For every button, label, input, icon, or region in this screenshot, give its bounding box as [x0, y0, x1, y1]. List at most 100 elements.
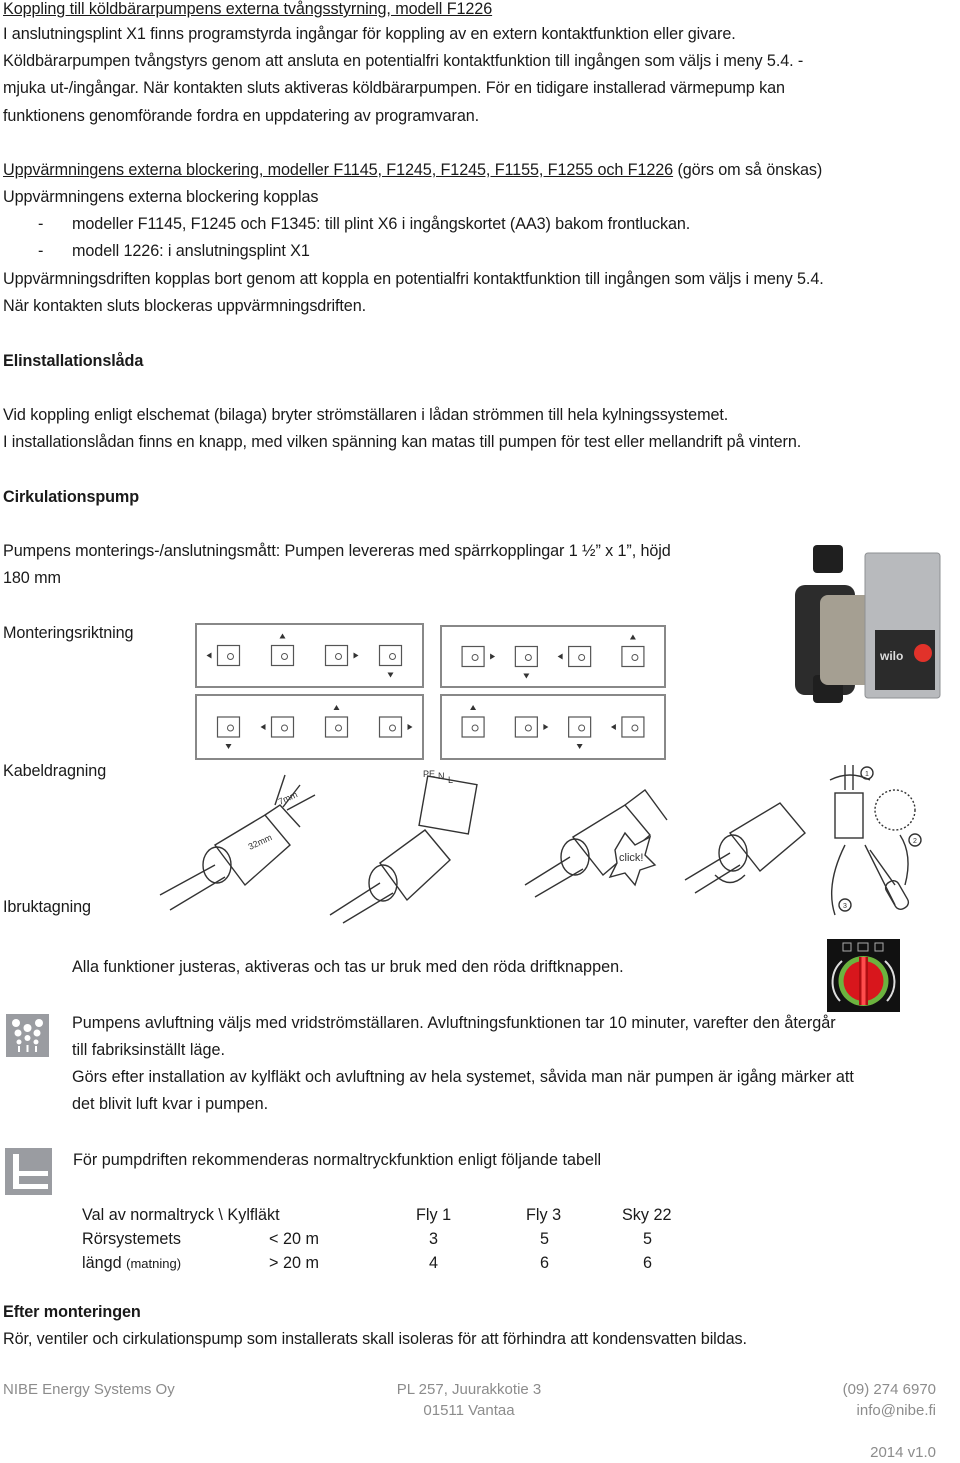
- footer-phone: (09) 274 6970: [842, 1381, 936, 1398]
- paragraph-line: till fabriksinställt läge.: [72, 1041, 225, 1059]
- paragraph-line: I anslutningsplint X1 finns programstyrd…: [3, 25, 736, 43]
- pump-orientation-glyph: [461, 705, 485, 738]
- paragraph-line: När kontakten sluts blockeras uppvärmnin…: [3, 297, 366, 315]
- paragraph-line: Uppvärmningsdriften kopplas bort genom a…: [3, 270, 824, 288]
- pressure-text: För pumpdriften rekommenderas normaltryc…: [73, 1151, 602, 1169]
- footer-address-line: PL 257, Juurakkotie 3: [396, 1381, 542, 1398]
- bullet-text: modell 1226: i anslutningsplint X1: [72, 242, 310, 260]
- pump-orientation-glyph: [610, 716, 645, 738]
- pump-orientation-glyph: [216, 716, 241, 749]
- flow-arrow-icon: [543, 724, 549, 730]
- table-header-fly1: Fly 1: [416, 1206, 452, 1224]
- heading-suffix: (görs om så önskas): [673, 161, 823, 179]
- paragraph-line: funktionens genomförande fordra en uppda…: [3, 107, 480, 125]
- paragraph-line: Köldbärarpumpen tvångstyrs genom att ans…: [3, 52, 804, 70]
- paragraph-line: 180 mm: [3, 569, 61, 587]
- paragraph-line: Pumpens avluftning väljs med vridströmst…: [72, 1014, 836, 1032]
- paragraph-line: I installationslådan finns en knapp, med…: [3, 433, 802, 451]
- paragraph-line: Görs efter installation av kylfläkt och …: [72, 1068, 854, 1086]
- table-cell: 6: [643, 1254, 653, 1272]
- connector-step-3: click!: [524, 789, 668, 898]
- flow-arrow-icon: [490, 653, 496, 660]
- svg-text:32mm: 32mm: [247, 832, 274, 852]
- cabling-illustration: 32mm 7mm PE N L click! 1 2 3: [155, 765, 955, 925]
- paragraph-line: Uppvärmningens externa blockering koppla…: [3, 188, 319, 206]
- flow-arrow-icon: [470, 705, 477, 710]
- paragraph-line: Vid koppling enligt elschemat (bilaga) b…: [3, 406, 729, 424]
- pump-orientation-glyph: [568, 716, 592, 749]
- footer-email[interactable]: info@nibe.fi: [843, 1400, 936, 1421]
- paragraph-line: Pumpens monterings-/anslutningsmått: Pum…: [3, 542, 671, 560]
- footer-address: PL 257, Juurakkotie 3 01511 Vantaa: [394, 1379, 544, 1421]
- table-cell: 5: [540, 1230, 550, 1248]
- connector-step-4: [684, 802, 806, 894]
- pump-orientation-glyph: [461, 645, 496, 668]
- pump-orientation-glyph: [324, 705, 349, 738]
- section-heading-after-installation: Efter monteringen: [3, 1303, 141, 1321]
- mounting-diagram-panel: [440, 625, 666, 688]
- mounting-diagram-panel: [195, 694, 424, 760]
- cabling-label: Kabeldragning: [3, 762, 107, 780]
- paragraph-line: det blivit luft kvar i pumpen.: [72, 1095, 269, 1113]
- connector-step-2: PE N L: [329, 769, 478, 924]
- svg-text:1: 1: [865, 771, 869, 778]
- pressure-mode-icon: [5, 1148, 52, 1195]
- paragraph-line: Rör, ventiler och cirkulationspump som i…: [3, 1330, 747, 1348]
- svg-text:L: L: [448, 775, 453, 785]
- flow-arrow-icon: [279, 633, 286, 639]
- table-cell: 3: [429, 1230, 439, 1248]
- bullet-marker: -: [38, 215, 44, 233]
- flow-arrow-icon: [206, 652, 212, 659]
- section-heading-electrical-box: Elinstallationslåda: [3, 352, 144, 370]
- flow-arrow-icon: [225, 744, 232, 749]
- footer-contact: (09) 274 6970 info@nibe.fi: [843, 1379, 936, 1421]
- pump-brand: wilo: [879, 649, 903, 663]
- mounting-direction-label: Monteringsriktning: [3, 624, 134, 642]
- pump-orientation-glyph: [514, 716, 549, 738]
- svg-text:N: N: [438, 771, 445, 781]
- commissioning-label: Ibruktagning: [3, 898, 91, 916]
- table-row-label: längd (matning): [82, 1254, 182, 1272]
- table-row-range: > 20 m: [269, 1254, 319, 1272]
- operation-knob-icon: [827, 939, 900, 1012]
- paragraph-line: mjuka ut-/ingångar. När kontakten sluts …: [3, 79, 785, 97]
- table-row-range: < 20 m: [269, 1230, 319, 1248]
- flow-arrow-icon: [557, 653, 563, 660]
- pump-orientation-glyph: [260, 716, 295, 738]
- pump-orientation-glyph: [378, 644, 403, 678]
- pump-orientation-glyph: [621, 634, 645, 668]
- pump-orientation-glyph: [514, 645, 538, 679]
- pump-orientation-glyph: [324, 644, 359, 667]
- flow-arrow-icon: [576, 744, 583, 749]
- section-heading-circulation-pump: Cirkulationspump: [3, 488, 140, 506]
- flow-arrow-icon: [387, 672, 394, 678]
- bullet-marker: -: [38, 242, 44, 260]
- pump-orientation-glyph: [270, 633, 295, 667]
- pump-orientation-glyph: [206, 644, 241, 667]
- pump-orientation-glyph: [378, 716, 413, 738]
- table-header-sky22: Sky 22: [622, 1206, 672, 1224]
- pump-photo: wilo: [775, 535, 955, 715]
- heading-text: Uppvärmningens externa blockering, model…: [3, 161, 674, 179]
- section-heading-forced-control: Koppling till köldbärarpumpens externa t…: [3, 0, 493, 18]
- table-header-fly3: Fly 3: [526, 1206, 562, 1224]
- connector-step-5: 1 2 3: [829, 765, 922, 916]
- pressure-table: Val av normaltryck \ Kylfläkt Fly 1 Fly …: [82, 1203, 702, 1279]
- table-cell: 6: [540, 1254, 550, 1272]
- table-cell: 5: [643, 1230, 653, 1248]
- operation-text: Alla funktioner justeras, aktiveras och …: [72, 958, 624, 976]
- svg-text:2: 2: [913, 838, 917, 845]
- svg-text:click!: click!: [619, 852, 643, 864]
- table-header-label: Val av normaltryck \ Kylfläkt: [82, 1206, 280, 1224]
- footer-address-line: 01511 Vantaa: [423, 1402, 515, 1419]
- flow-arrow-icon: [610, 724, 616, 730]
- flow-arrow-icon: [523, 673, 530, 679]
- flow-arrow-icon: [333, 705, 340, 710]
- pump-orientation-glyph: [557, 645, 592, 668]
- svg-text:PE: PE: [423, 769, 435, 779]
- table-cell: 4: [429, 1254, 439, 1272]
- bullet-text: modeller F1145, F1245 och F1345: till pl…: [72, 215, 691, 233]
- mounting-diagram-panel: [440, 694, 666, 760]
- footer-version: 2014 v1.0: [870, 1444, 936, 1461]
- flow-arrow-icon: [353, 652, 359, 659]
